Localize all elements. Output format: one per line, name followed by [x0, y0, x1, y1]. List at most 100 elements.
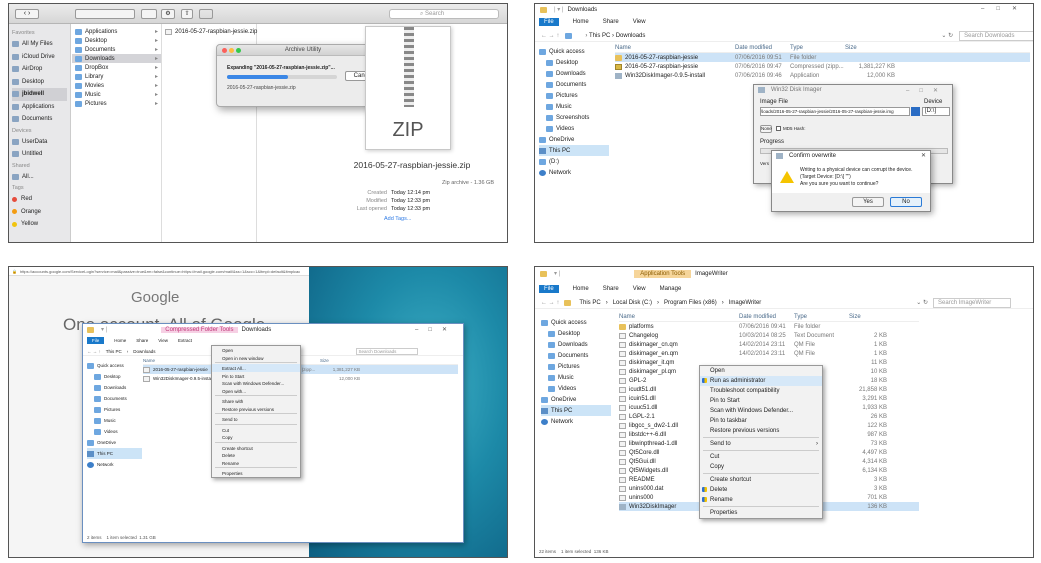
nav-item-network[interactable]: Network	[539, 167, 609, 178]
column-header-size[interactable]: Size	[845, 45, 895, 51]
tab-home[interactable]: Home	[573, 286, 589, 292]
tag-button[interactable]	[199, 9, 213, 19]
nav-item-onedrive[interactable]: OneDrive	[87, 437, 142, 448]
gear-icon[interactable]: ⚙	[161, 9, 175, 19]
column-header-name[interactable]: Name	[615, 45, 735, 51]
menu-item-open[interactable]: Open	[212, 346, 300, 354]
search-input[interactable]: Search ImageWriter	[933, 297, 1012, 308]
tab-share[interactable]: Share	[603, 286, 619, 292]
menu-item-pin-to-start[interactable]: Pin to Start	[700, 396, 822, 406]
menu-item-copy[interactable]: Copy	[212, 433, 300, 441]
nav-item-videos[interactable]: Videos	[87, 426, 142, 437]
sidebar-item-airdrop[interactable]: AirDrop	[12, 63, 67, 76]
menu-item-pin-to-taskbar[interactable]: Pin to taskbar	[700, 416, 822, 426]
browser-address-bar[interactable]: 🔒 https://accounts.google.com/ServiceLog…	[9, 267, 309, 276]
file-row[interactable]: diskimager_cn.qm 14/02/2014 23:11 QM File 1…	[619, 340, 919, 349]
image-file-input[interactable]: \loads/2016-05-27-raspbian-jessie/2016-0…	[760, 107, 910, 116]
sidebar-item-untitled[interactable]: Untitled	[12, 148, 67, 161]
folder-item-dropbox[interactable]: DropBox ▸	[72, 63, 161, 72]
menu-item-send-to[interactable]: Send to ›	[700, 439, 822, 449]
file-row[interactable]: Win32DiskImager-0.9.5-install 07/06/2016 …	[615, 71, 1030, 80]
file-row[interactable]: platforms 07/06/2016 09:41 File folder	[619, 322, 919, 331]
nav-item-screenshots[interactable]: Screenshots	[539, 112, 609, 123]
refresh-icon[interactable]: ⌄ ↻	[916, 299, 928, 306]
view-mode-buttons[interactable]	[75, 9, 135, 19]
tab-home[interactable]: Home	[573, 19, 589, 25]
sidebar-item-userdata[interactable]: UserData	[12, 136, 67, 149]
folder-item-documents[interactable]: Documents ▸	[72, 45, 161, 54]
nav-item-onedrive[interactable]: OneDrive	[541, 394, 611, 405]
sidebar-item-documents[interactable]: Documents	[12, 113, 67, 126]
sidebar-item-jbidwell[interactable]: jbidwell	[12, 88, 67, 101]
menu-item-troubleshoot-compatibility[interactable]: Troubleshoot compatibility	[700, 386, 822, 396]
nav-item-quick-access[interactable]: Quick access	[541, 317, 611, 328]
menu-item-restore-previous-versions[interactable]: Restore previous versions	[700, 426, 822, 436]
nav-item-d[interactable]: (D:)	[539, 156, 609, 167]
nav-item-videos[interactable]: Videos	[539, 123, 609, 134]
back-forward-buttons[interactable]: ‹ ›	[15, 9, 39, 19]
browser-url[interactable]: https://accounts.google.com/ServiceLogin…	[20, 269, 300, 274]
path-this-pc[interactable]: This PC	[579, 300, 600, 306]
nav-arrows-icon[interactable]: ← → ↑	[87, 349, 101, 354]
sidebar-item-all-my-files[interactable]: All My Files	[12, 38, 67, 51]
column-header-type[interactable]: Type	[794, 314, 849, 320]
nav-item-this-pc[interactable]: This PC	[87, 448, 142, 459]
tab-file[interactable]: File	[87, 336, 105, 344]
menu-item-properties[interactable]: Properties	[700, 508, 822, 518]
menu-item-extract-all[interactable]: Extract All...	[212, 364, 300, 372]
path-program-files[interactable]: Program Files (x86)	[664, 300, 717, 306]
menu-item-cut[interactable]: Cut	[700, 452, 822, 462]
path-downloads[interactable]: Downloads	[616, 33, 646, 39]
tab-view[interactable]: View	[633, 286, 646, 292]
application-tools-tab[interactable]: Application Tools	[634, 269, 692, 278]
tab-home[interactable]: Home	[114, 338, 126, 343]
folder-item-pictures[interactable]: Pictures ▸	[72, 99, 161, 108]
file-row[interactable]: 2016-05-27-raspbian-jessie 07/06/2016 09:…	[615, 53, 1030, 62]
file-row[interactable]: Changelog 10/03/2014 08:25 Text Document 2 …	[619, 331, 919, 340]
sidebar-item-all[interactable]: All...	[12, 171, 67, 184]
tab-view[interactable]: View	[158, 338, 168, 343]
nav-item-videos[interactable]: Videos	[541, 383, 611, 394]
file-row[interactable]: diskimager_en.qm 14/02/2014 23:11 QM File 1…	[619, 349, 919, 358]
nav-item-pictures[interactable]: Pictures	[541, 361, 611, 372]
path-imagewriter[interactable]: ImageWriter	[729, 300, 762, 306]
menu-item-send-to[interactable]: Send to	[212, 415, 300, 423]
sidebar-item-orange[interactable]: Orange	[12, 206, 67, 219]
column-header-size[interactable]: Size	[320, 358, 360, 363]
path-this-pc[interactable]: This PC	[106, 349, 122, 354]
folder-item-music[interactable]: Music ▸	[72, 90, 161, 99]
nav-item-onedrive[interactable]: OneDrive	[539, 134, 609, 145]
folder-item-downloads[interactable]: Downloads ▸	[72, 54, 161, 63]
nav-item-this-pc[interactable]: This PC	[539, 145, 609, 156]
file-row[interactable]: 2016-05-27-raspbian-jessie 07/06/2016 09:…	[615, 62, 1030, 71]
folder-item-movies[interactable]: Movies ▸	[72, 81, 161, 90]
menu-item-pin-to-start[interactable]: Pin to Start	[212, 372, 300, 380]
menu-item-copy[interactable]: Copy	[700, 462, 822, 472]
menu-item-create-shortcut[interactable]: Create shortcut	[212, 444, 300, 452]
nav-item-downloads[interactable]: Downloads	[541, 339, 611, 350]
search-input[interactable]: Search Downloads	[355, 347, 418, 355]
menu-item-share-with[interactable]: Share with	[212, 397, 300, 405]
sidebar-item-desktop[interactable]: Desktop	[12, 76, 67, 89]
md5-checkbox[interactable]	[776, 126, 781, 131]
nav-item-desktop[interactable]: Desktop	[541, 328, 611, 339]
nav-item-music[interactable]: Music	[87, 415, 142, 426]
search-input[interactable]: Search	[425, 11, 444, 17]
nav-item-quick-access[interactable]: Quick access	[87, 360, 142, 371]
menu-item-properties[interactable]: Properties	[212, 469, 300, 477]
path-this-pc[interactable]: This PC	[589, 33, 610, 39]
sidebar-item-applications[interactable]: Applications	[12, 101, 67, 114]
sidebar-item-yellow[interactable]: Yellow	[12, 218, 67, 231]
nav-item-pictures[interactable]: Pictures	[539, 90, 609, 101]
nav-item-desktop[interactable]: Desktop	[539, 57, 609, 68]
search-input[interactable]: Search Downloads	[959, 30, 1033, 41]
tab-file[interactable]: File	[539, 285, 559, 293]
nav-item-quick-access[interactable]: Quick access	[539, 46, 609, 57]
nav-item-this-pc[interactable]: This PC	[541, 405, 611, 416]
folder-item-applications[interactable]: Applications ▸	[72, 27, 161, 36]
tab-extract[interactable]: Extract	[178, 338, 192, 343]
menu-item-rename[interactable]: Rename	[700, 495, 822, 505]
browse-folder-icon[interactable]	[911, 107, 920, 116]
window-controls[interactable]: –□✕	[981, 5, 1029, 12]
folder-item-desktop[interactable]: Desktop ▸	[72, 36, 161, 45]
